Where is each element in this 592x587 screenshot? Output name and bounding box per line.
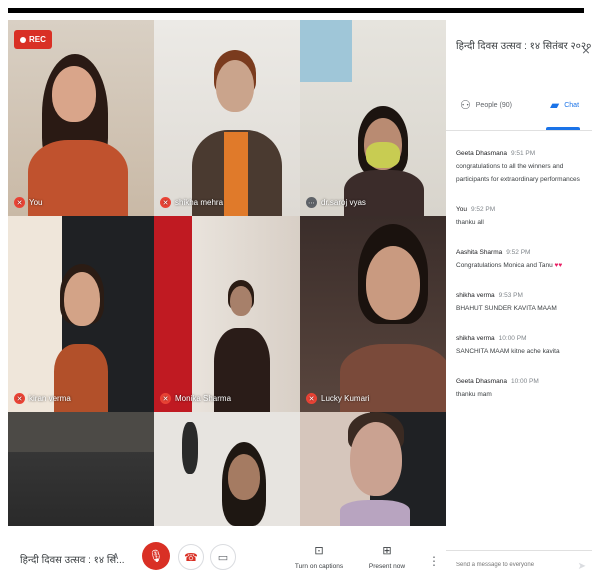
- camera-toggle-button[interactable]: ▭: [210, 544, 236, 570]
- captions-icon: ⊡: [314, 545, 324, 557]
- participant-tile[interactable]: [300, 412, 446, 526]
- message-time: 9:52 PM: [506, 249, 531, 256]
- chat-message: Geeta Dhasmana 10:00 PM thanku mam: [456, 378, 588, 401]
- tab-chat[interactable]: ▰ Chat: [550, 98, 579, 112]
- chevron-up-icon[interactable]: ∧: [112, 551, 119, 562]
- participant-tile[interactable]: ✕ Monika Sharma: [154, 216, 300, 412]
- chat-message: shikha verma 9:53 PM BHAHUT SUNDER KAVITA…: [456, 292, 588, 315]
- present-icon: ⊞: [382, 545, 392, 557]
- message-text: SANCHITA MAAM kitne ache kavita: [456, 348, 560, 355]
- message-text: congratulations to all the winners and p…: [456, 163, 580, 183]
- message-time: 9:52 PM: [470, 206, 496, 213]
- chat-message: Geeta Dhasmana 9:51 PM congratulations to…: [456, 150, 588, 186]
- participant-name-tag: ✕ shikha mehra: [160, 197, 223, 208]
- chat-message: shikha verma 10:00 PM SANCHITA MAAM kitne…: [456, 335, 588, 358]
- mic-off-icon: 🎙: [148, 549, 164, 563]
- captions-button[interactable]: ⊡ Turn on captions: [284, 544, 354, 570]
- participant-tile[interactable]: [154, 412, 300, 526]
- top-border: [0, 0, 592, 18]
- mic-off-icon: ✕: [160, 393, 171, 404]
- send-icon[interactable]: ➤: [578, 561, 586, 572]
- message-input[interactable]: [454, 561, 570, 569]
- message-time: 10:00 PM: [510, 378, 539, 385]
- heart-emoji-icon: ♥♥: [554, 262, 563, 269]
- record-dot-icon: [20, 36, 26, 43]
- mic-toggle-button[interactable]: 🎙: [142, 542, 170, 570]
- participant-name-tag: ✕ Lucky Kumari: [306, 393, 369, 404]
- panel-title: हिन्दी दिवस उत्सव : १४ सितंबर २०२०: [456, 41, 592, 52]
- message-sender: Geeta Dhasmana: [456, 378, 507, 385]
- message-time: 9:51 PM: [510, 150, 536, 157]
- message-sender: shikha verma: [456, 292, 495, 299]
- mic-off-icon: ✕: [160, 197, 171, 208]
- active-tab-indicator: [546, 127, 580, 130]
- present-button[interactable]: ⊞ Present now: [352, 544, 422, 570]
- recording-badge: REC: [14, 30, 52, 49]
- video-grid: REC ✕ You ✕ shikha mehra ⋯ dr.saroj vyas ✕ k…: [8, 20, 446, 526]
- message-time: 9:53 PM: [498, 292, 523, 299]
- chat-composer: ➤: [446, 550, 592, 587]
- chat-icon: ▰: [550, 98, 560, 112]
- participant-name-tag: ✕ kiran verma: [14, 393, 71, 404]
- people-icon: ⚇: [460, 98, 471, 112]
- meeting-toolbar: हिन्दी दिवस उत्सव : १४ सि... ∧ 🎙 ☎ ▭ ⊡ T…: [0, 526, 446, 586]
- participant-tile-you[interactable]: REC ✕ You: [8, 20, 154, 216]
- chat-messages: Geeta Dhasmana 9:51 PM congratulations to…: [456, 150, 588, 421]
- close-icon[interactable]: ×: [582, 42, 590, 58]
- message-text: Congratulations Monica and Tanu ♥♥: [456, 262, 563, 269]
- camera-icon: ▭: [217, 551, 229, 564]
- message-text: thanku mam: [456, 391, 492, 398]
- message-time: 10:00 PM: [498, 335, 527, 342]
- chat-panel: हिन्दी दिवस उत्सव : १४ सितंबर २०२० × ⚇ P…: [446, 20, 592, 586]
- mic-off-icon: ✕: [14, 393, 25, 404]
- message-sender: Geeta Dhasmana: [456, 150, 507, 157]
- meeting-title[interactable]: हिन्दी दिवस उत्सव : १४ सि...: [20, 552, 125, 566]
- participant-name-tag: ✕ Monika Sharma: [160, 393, 231, 404]
- participant-tile[interactable]: [8, 412, 154, 526]
- message-text: thanku all: [456, 219, 484, 226]
- participant-tile[interactable]: ✕ shikha mehra: [154, 20, 300, 216]
- more-options-icon[interactable]: ⋮: [428, 554, 440, 568]
- tab-people[interactable]: ⚇ People (90): [460, 98, 512, 112]
- message-sender: You: [456, 206, 467, 213]
- hang-up-icon: ☎: [184, 551, 198, 564]
- chat-message: You 9:52 PM thanku all: [456, 206, 588, 229]
- mic-off-icon: ✕: [14, 197, 25, 208]
- participant-name-tag: ✕ You: [14, 197, 43, 208]
- message-text: BHAHUT SUNDER KAVITA MAAM: [456, 305, 557, 312]
- chat-message: Aashita Sharma 9:52 PM Congratulations Mo…: [456, 249, 588, 272]
- leave-call-button[interactable]: ☎: [178, 544, 204, 570]
- more-dots-icon: ⋯: [306, 197, 317, 208]
- participant-tile[interactable]: ✕ kiran verma: [8, 216, 154, 412]
- panel-tabs: ⚇ People (90) ▰ Chat: [446, 90, 592, 131]
- message-sender: Aashita Sharma: [456, 249, 503, 256]
- message-sender: shikha verma: [456, 335, 495, 342]
- participant-tile[interactable]: ⋯ dr.saroj vyas: [300, 20, 446, 216]
- participant-name-tag: ⋯ dr.saroj vyas: [306, 197, 366, 208]
- participant-tile[interactable]: ✕ Lucky Kumari: [300, 216, 446, 412]
- mic-off-icon: ✕: [306, 393, 317, 404]
